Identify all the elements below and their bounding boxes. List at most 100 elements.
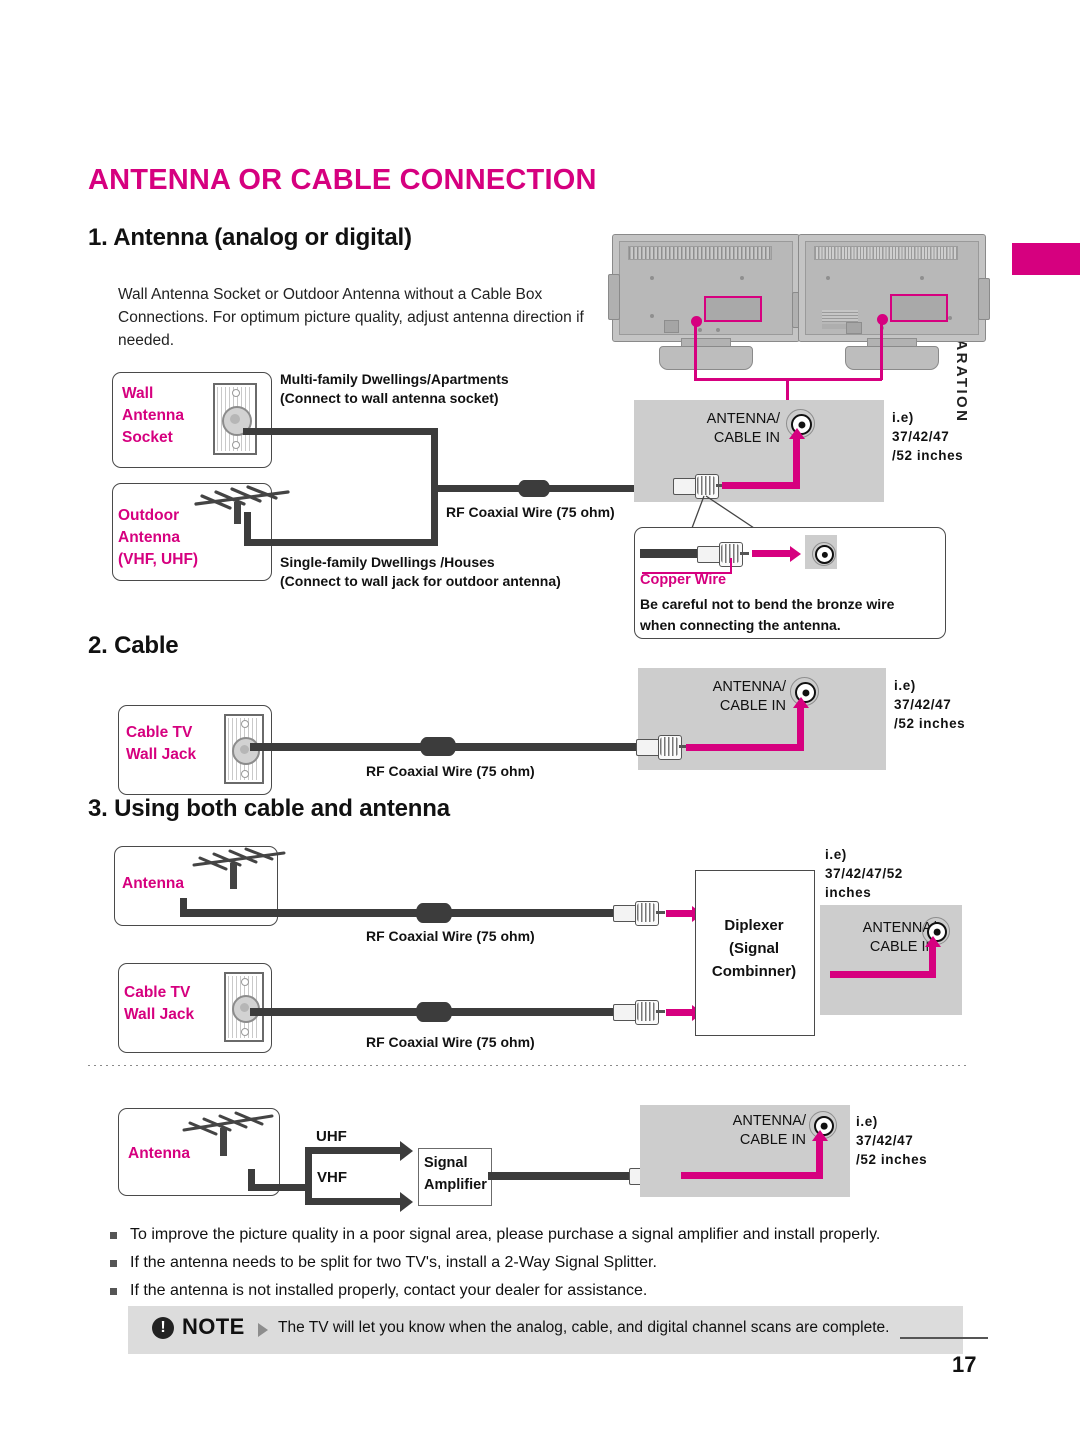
coax-label-section1: RF Coaxial Wire (75 ohm): [446, 504, 615, 520]
outdoor-label-line3: (VHF, UHF): [118, 551, 199, 568]
section-1-heading: 1. Antenna (analog or digital): [88, 224, 412, 251]
page-title: ANTENNA OR CABLE CONNECTION: [88, 164, 597, 196]
coax-label-3a: RF Coaxial Wire (75 ohm): [366, 928, 535, 944]
wall-socket-label-line2: Antenna: [122, 407, 184, 424]
ie-1-line2: 37/42/47: [892, 429, 950, 444]
antenna-label-3: Antenna: [122, 875, 184, 892]
bullet-square-icon: [110, 1288, 117, 1295]
antenna-cable-in-label-4: ANTENNA/ CABLE IN: [694, 1112, 806, 1150]
wire-wall-socket-horizontal: [243, 428, 438, 435]
wire-antenna-4: [248, 1184, 312, 1191]
tv-size-note-3: i.e) 37/42/47/52 inches: [825, 845, 903, 902]
outdoor-antenna-label: Outdoor Antenna (VHF, UHF): [118, 505, 198, 571]
arrow-to-jack-4: [816, 1139, 823, 1173]
ferrite-bead-3a: [416, 903, 452, 923]
cable-tv-2-line2: Wall Jack: [126, 746, 197, 763]
ie-4-line3: /52 inches: [856, 1152, 928, 1167]
f-connector-2: [636, 735, 690, 760]
port-label-3-line2: CABLE IN: [869, 939, 936, 955]
magenta-path-1: [722, 482, 800, 489]
uhf-arrow: [305, 1147, 400, 1154]
multi-family-line1: Multi-family Dwellings/Apartments: [280, 371, 509, 387]
tv-illustration-left: [608, 234, 804, 370]
ie-1-line3: /52 inches: [892, 448, 964, 463]
magenta-path-3: [830, 971, 936, 978]
ferrite-bead-1: [518, 480, 550, 497]
note-label: NOTE: [182, 1314, 245, 1339]
cable-tv-3-line2: Wall Jack: [124, 1006, 195, 1023]
page-number: 17: [952, 1352, 977, 1377]
f-connector-3b: [613, 1000, 667, 1025]
bronze-wire-warning: Be careful not to bend the bronze wire w…: [640, 594, 940, 636]
list-item: To improve the picture quality in a poor…: [108, 1222, 988, 1248]
triangle-right-icon: [258, 1323, 268, 1337]
note-text: The TV will let you know when the analog…: [278, 1319, 890, 1336]
multi-family-caption: Multi-family Dwellings/Apartments (Conne…: [280, 370, 580, 408]
tv-size-note-2: i.e) 37/42/47 /52 inches: [894, 676, 965, 733]
tv-size-note-4: i.e) 37/42/47 /52 inches: [856, 1112, 927, 1169]
leader-line-right: [880, 320, 883, 380]
f-connector-callout: [697, 542, 751, 567]
port-label-4-line1: ANTENNA/: [732, 1113, 806, 1129]
diplexer-label: Diplexer (Signal Combinner): [695, 914, 813, 983]
sidebar-accent-tab: [1012, 243, 1080, 275]
callout-jack: [815, 545, 834, 564]
list-item: If the antenna is not installed properly…: [108, 1278, 988, 1304]
tv-illustration-right: [798, 234, 990, 370]
cable-tv-label-2: Cable TV Wall Jack: [126, 722, 196, 766]
wall-antenna-socket-label: Wall Antenna Socket: [122, 383, 184, 449]
wire-antenna-drop: [244, 512, 251, 543]
antenna-cable-in-label-2: ANTENNA/ CABLE IN: [664, 678, 786, 716]
tv-port-marker-right: [877, 314, 888, 325]
f-connector-3a: [613, 901, 667, 926]
section-divider: [88, 1065, 968, 1066]
leader-line-left: [694, 322, 697, 380]
diplexer-line2: (Signal: [728, 940, 779, 957]
amp-line2: Amplifier: [424, 1177, 487, 1193]
antenna-label-4: Antenna: [128, 1145, 190, 1162]
diplexer-line3: Combinner): [711, 963, 797, 980]
section-1-intro-text: Wall Antenna Socket or Outdoor Antenna w…: [118, 286, 584, 349]
list-item: If the antenna needs to be split for two…: [108, 1250, 988, 1276]
bullet-text-1: To improve the picture quality in a poor…: [130, 1226, 881, 1243]
section-3-heading: 3. Using both cable and antenna: [88, 795, 450, 822]
antenna-cable-in-label-1: ANTENNA/ CABLE IN: [660, 410, 780, 448]
arrow-to-diplexer-bottom: [666, 1009, 692, 1016]
tv-port-marker-left: [691, 316, 702, 327]
magenta-path-4: [681, 1172, 823, 1179]
coax-label-3b: RF Coaxial Wire (75 ohm): [366, 1034, 535, 1050]
vhf-label: VHF: [317, 1169, 347, 1186]
tv-size-note-1: i.e) 37/42/47 /52 inches: [892, 408, 963, 465]
wall-socket-label-line1: Wall: [122, 385, 154, 402]
tips-list: To improve the picture quality in a poor…: [108, 1222, 988, 1306]
section-2-heading: 2. Cable: [88, 632, 179, 659]
bullet-square-icon: [110, 1232, 117, 1239]
single-family-caption: Single-family Dwellings /Houses (Connect…: [280, 553, 600, 591]
uhf-label: UHF: [316, 1128, 347, 1145]
copper-wire-pointer-v: [730, 558, 732, 573]
arrow-to-jack-1: [793, 437, 800, 482]
callout-arrow: [752, 550, 790, 557]
ie-2-line2: 37/42/47: [894, 697, 952, 712]
ie-3-line3: inches: [825, 885, 872, 900]
port-label-2-line1: ANTENNA/: [712, 679, 786, 695]
port-label-4-line2: CABLE IN: [739, 1132, 806, 1148]
coax-label-section2: RF Coaxial Wire (75 ohm): [366, 763, 535, 779]
footer-rule: [900, 1337, 988, 1339]
bullet-text-2: If the antenna needs to be split for two…: [130, 1254, 657, 1271]
outdoor-label-line2: Antenna: [118, 529, 180, 546]
arrow-to-diplexer-top: [666, 910, 692, 917]
cable-tv-2-line1: Cable TV: [126, 724, 193, 741]
single-family-line2: (Connect to wall jack for outdoor antenn…: [280, 573, 561, 589]
ie-1-line1: i.e): [892, 410, 914, 425]
cable-wall-jack-icon-3: [224, 972, 264, 1042]
signal-amplifier-label: Signal Amplifier: [420, 1152, 494, 1196]
ie-4-line1: i.e): [856, 1114, 878, 1129]
ferrite-bead-2: [420, 737, 456, 756]
wire-outdoor-horizontal: [244, 539, 438, 546]
ferrite-bead-3b: [416, 1002, 452, 1022]
port-label-1-line2: CABLE IN: [713, 430, 780, 446]
single-family-line1: Single-family Dwellings /Houses: [280, 554, 495, 570]
callout-leader-lines: [691, 495, 755, 529]
ie-4-line2: 37/42/47: [856, 1133, 914, 1148]
